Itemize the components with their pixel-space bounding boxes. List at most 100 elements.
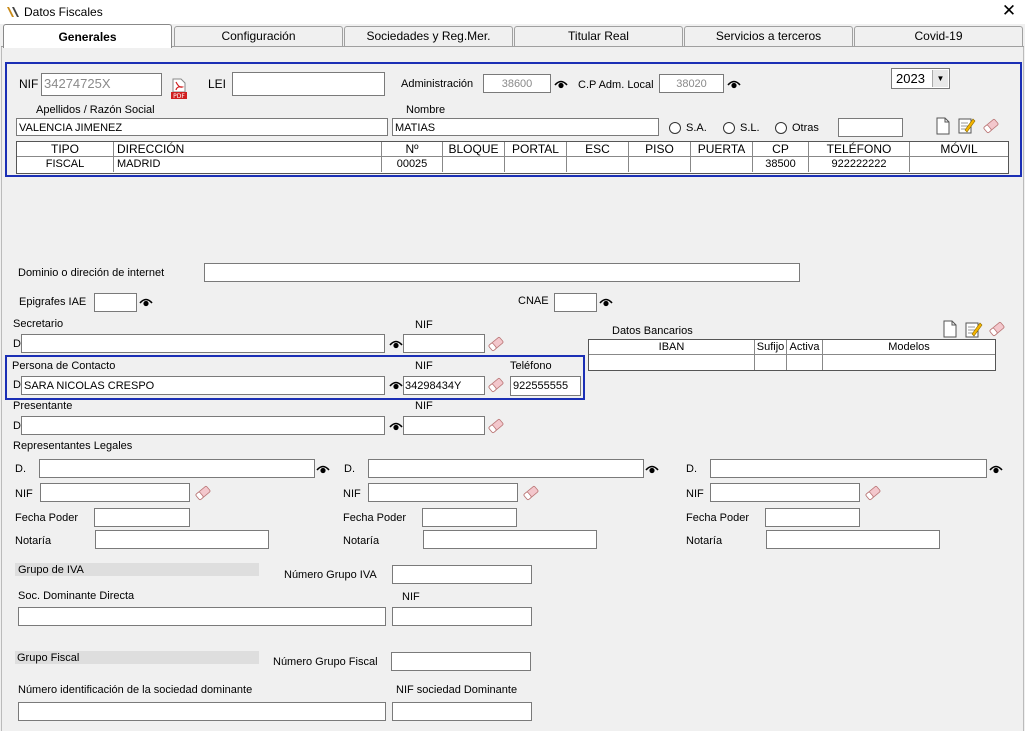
- contacto-tel-field[interactable]: 922555555: [510, 376, 581, 396]
- presentante-nif-field[interactable]: [403, 416, 485, 435]
- bank-cell: [787, 355, 823, 370]
- dominio-label: Dominio o direción de internet: [18, 267, 165, 279]
- bank-eraser-icon[interactable]: [987, 319, 1007, 339]
- rep1-d-label: D.: [15, 463, 26, 475]
- new-document-icon[interactable]: [935, 117, 951, 135]
- cp-adm-label: C.P Adm. Local: [578, 79, 654, 91]
- rep3-notaria-field[interactable]: [766, 530, 940, 549]
- bank-new-document-icon[interactable]: [942, 320, 958, 338]
- col-direccion: DIRECCIÓN: [114, 142, 382, 157]
- presentante-eraser-icon[interactable]: [486, 416, 506, 436]
- ident-dominante-label: Número identificación de la sociedad dom…: [18, 684, 253, 696]
- soc-dominante-label: Soc. Dominante Directa: [18, 590, 135, 602]
- iva-numero-label: Número Grupo IVA: [284, 569, 377, 581]
- rep2-eye-icon[interactable]: [645, 462, 659, 476]
- bank-table-header: IBAN Sufijo Activa Modelos: [589, 340, 995, 355]
- chevron-down-icon[interactable]: ▼: [932, 70, 948, 87]
- rep3-eraser-icon[interactable]: [863, 483, 883, 503]
- rep2-name-field[interactable]: [368, 459, 644, 478]
- contacto-eye-icon[interactable]: [389, 378, 403, 392]
- bank-empty-row[interactable]: [589, 355, 995, 370]
- rep1-eraser-icon[interactable]: [193, 483, 213, 503]
- cp-lookup-eye-icon[interactable]: [727, 77, 741, 91]
- col-iban: IBAN: [589, 340, 755, 355]
- otras-field[interactable]: [838, 118, 903, 137]
- rep3-eye-icon[interactable]: [989, 462, 1003, 476]
- fiscal-label: Grupo Fiscal: [17, 652, 80, 664]
- table-row[interactable]: FISCAL MADRID 00025 38500 922222222: [17, 157, 1008, 172]
- bank-cell: [755, 355, 787, 370]
- tab-titular-real[interactable]: Titular Real: [514, 26, 683, 46]
- nif-dominante-label: NIF sociedad Dominante: [396, 684, 518, 696]
- secretario-label: Secretario: [13, 318, 64, 330]
- nif-field[interactable]: 34274725X: [41, 73, 162, 96]
- iva-numero-field[interactable]: [392, 565, 532, 584]
- contacto-nif-field[interactable]: 34298434Y: [403, 376, 485, 395]
- col-tipo: TIPO: [17, 142, 114, 157]
- radio-sl-label: S.L.: [740, 122, 760, 134]
- col-piso: PISO: [629, 142, 691, 157]
- admin-field[interactable]: 38600: [483, 74, 551, 93]
- cnae-eye-icon[interactable]: [599, 295, 613, 309]
- bank-edit-icon[interactable]: [965, 320, 983, 338]
- rep1-eye-icon[interactable]: [316, 462, 330, 476]
- year-select[interactable]: 2023 ▼: [891, 68, 950, 89]
- epigrafes-field[interactable]: [94, 293, 137, 312]
- radio-sl[interactable]: [723, 122, 735, 134]
- cell-tipo: FISCAL: [17, 157, 114, 172]
- epigrafes-eye-icon[interactable]: [139, 295, 153, 309]
- radio-otras[interactable]: [775, 122, 787, 134]
- eraser-icon[interactable]: [981, 116, 1001, 136]
- rep1-nif-field[interactable]: [40, 483, 190, 502]
- rep3-name-field[interactable]: [710, 459, 987, 478]
- tab-servicios-terceros[interactable]: Servicios a terceros: [684, 26, 853, 46]
- pdf-icon[interactable]: PDF: [169, 78, 189, 100]
- contacto-field[interactable]: SARA NICOLAS CRESPO: [21, 376, 385, 395]
- secretario-eraser-icon[interactable]: [486, 334, 506, 354]
- rep2-fecha-label: Fecha Poder: [343, 512, 406, 524]
- rep3-nif-label: NIF: [686, 488, 704, 500]
- rep3-fecha-label: Fecha Poder: [686, 512, 749, 524]
- nombre-field[interactable]: MATIAS: [392, 118, 659, 136]
- rep3-notaria-label: Notaría: [686, 535, 723, 547]
- iva-nif-field[interactable]: [392, 607, 532, 626]
- rep3-fecha-field[interactable]: [765, 508, 860, 527]
- rep3-nif-field[interactable]: [710, 483, 860, 502]
- tab-generales[interactable]: Generales: [3, 24, 172, 48]
- close-icon[interactable]: ✕: [998, 1, 1020, 23]
- secretario-field[interactable]: [21, 334, 385, 353]
- rep2-nif-field[interactable]: [368, 483, 518, 502]
- cell-cp: 38500: [753, 157, 809, 172]
- contacto-label: Persona de Contacto: [12, 360, 116, 372]
- tab-covid[interactable]: Covid-19: [854, 26, 1023, 46]
- dominio-field[interactable]: [204, 263, 800, 282]
- radio-sa[interactable]: [669, 122, 681, 134]
- rep1-fecha-field[interactable]: [94, 508, 190, 527]
- tab-configuracion[interactable]: Configuración: [174, 26, 343, 46]
- rep1-notaria-field[interactable]: [95, 530, 269, 549]
- rep2-eraser-icon[interactable]: [521, 483, 541, 503]
- rep2-notaria-field[interactable]: [423, 530, 597, 549]
- soc-dominante-field[interactable]: [18, 607, 386, 626]
- nif-dominante-field[interactable]: [392, 702, 532, 721]
- cp-adm-field[interactable]: 38020: [659, 74, 724, 93]
- admin-lookup-eye-icon[interactable]: [554, 77, 568, 91]
- secretario-eye-icon[interactable]: [389, 337, 403, 351]
- rep2-fecha-field[interactable]: [422, 508, 517, 527]
- apellidos-field[interactable]: VALENCIA JIMENEZ: [16, 118, 388, 136]
- year-select-value: 2023: [896, 71, 925, 86]
- bank-cell: [823, 355, 995, 370]
- presentante-field[interactable]: [21, 416, 385, 435]
- edit-icon[interactable]: [958, 116, 976, 134]
- ident-dominante-field[interactable]: [18, 702, 386, 721]
- tab-sociedades[interactable]: Sociedades y Reg.Mer.: [344, 26, 513, 46]
- presentante-label: Presentante: [13, 400, 73, 412]
- cnae-field[interactable]: [554, 293, 597, 312]
- contacto-eraser-icon[interactable]: [486, 375, 506, 395]
- rep1-name-field[interactable]: [39, 459, 315, 478]
- presentante-eye-icon[interactable]: [389, 419, 403, 433]
- col-esc: ESC: [567, 142, 629, 157]
- secretario-nif-field[interactable]: [403, 334, 485, 353]
- lei-field[interactable]: [232, 72, 385, 96]
- fiscal-numero-field[interactable]: [391, 652, 531, 671]
